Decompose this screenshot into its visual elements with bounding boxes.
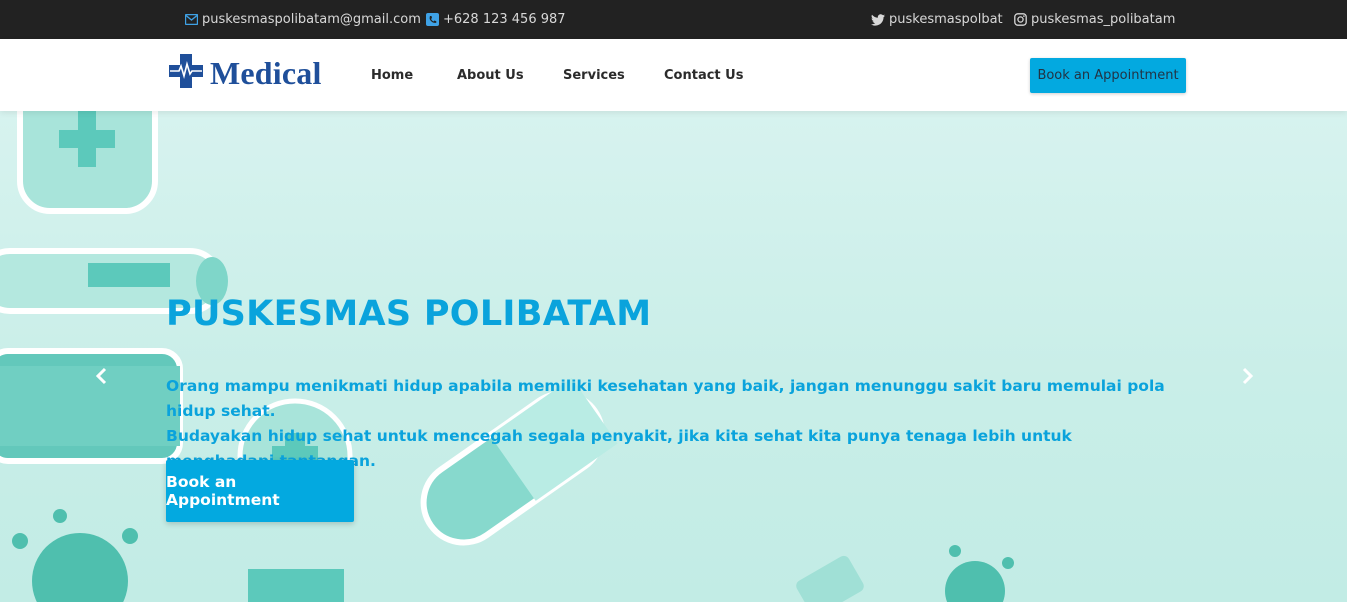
twitter-text: puskesmaspolbat [889,12,1003,27]
chevron-left-icon [95,367,107,389]
top-bar: puskesmaspolibatam@gmail.com +628 123 45… [0,0,1347,39]
nav-home[interactable]: Home [371,39,413,111]
twitter-icon [871,13,885,27]
instagram-text: puskesmas_polibatam [1031,12,1176,27]
nav-book-appointment-button[interactable]: Book an Appointment [1030,58,1186,93]
hero-description-line-1: Orang mampu menikmati hidup apabila memi… [166,377,1165,420]
email-text: puskesmaspolibatam@gmail.com [202,12,421,27]
instagram-icon [1013,13,1027,27]
instagram-link[interactable]: puskesmas_polibatam [1013,0,1175,39]
logo-text: Medical [210,54,322,91]
nav-about-us[interactable]: About Us [457,39,524,111]
nav-services[interactable]: Services [563,39,625,111]
medical-cross-icon [168,53,204,93]
hero-title: PUSKESMAS POLIBATAM [166,294,652,334]
contact-email[interactable]: puskesmaspolibatam@gmail.com [184,0,421,39]
site-logo[interactable]: Medical [168,53,322,93]
hero-description: Orang mampu menikmati hidup apabila memi… [166,374,1166,474]
hero-background-illustration [0,111,1014,602]
nav-contact-us[interactable]: Contact Us [664,39,743,111]
phone-text: +628 123 456 987 [443,12,566,27]
carousel-prev-button[interactable] [91,366,111,390]
hero-carousel: PUSKESMAS POLIBATAM Orang mampu menikmat… [0,111,1347,602]
hero-book-appointment-button[interactable]: Book an Appointment [166,460,354,522]
chevron-right-icon [1242,367,1254,389]
contact-phone[interactable]: +628 123 456 987 [425,0,566,39]
phone-icon [425,13,439,27]
twitter-link[interactable]: puskesmaspolbat [871,0,1003,39]
carousel-next-button[interactable] [1238,366,1258,390]
main-navbar: Medical Home About Us Services Contact U… [0,39,1347,111]
envelope-icon [184,13,198,27]
